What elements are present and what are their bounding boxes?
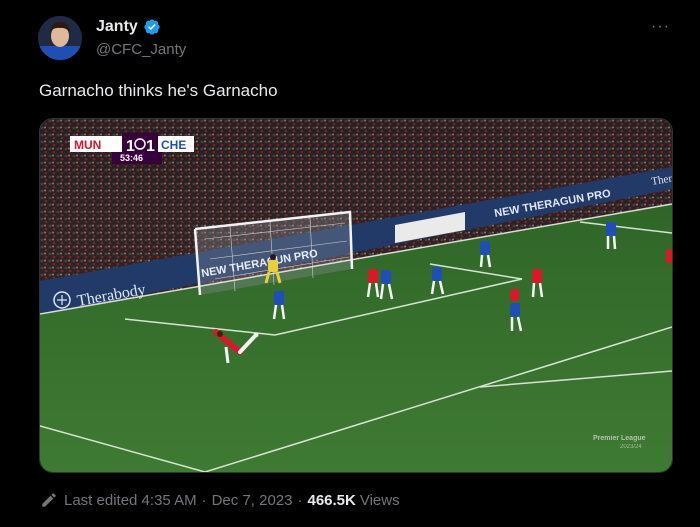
football-match-image: Therabody NEW THERAGUN PRO Ther NEW THER…: [40, 119, 672, 472]
watermark-line1: Premier League: [593, 435, 646, 442]
verified-badge-icon: [144, 19, 160, 35]
tweet: Janty @CFC_Janty ··· Garnacho thinks he'…: [0, 0, 700, 527]
scorebug-away-score: 1: [146, 138, 155, 155]
pencil-icon: [42, 493, 56, 507]
separator-dot: ·: [297, 491, 303, 509]
tweet-text: Garnacho thinks he's Garnacho: [39, 81, 278, 100]
scorebug-home: MUN: [74, 138, 101, 152]
tweet-footer: Last edited 4:35 AM · Dec 7, 2023 · 466.…: [40, 491, 400, 509]
last-edited-link[interactable]: Last edited 4:35 AM: [64, 492, 197, 509]
more-options-button[interactable]: ···: [651, 18, 670, 36]
views-count[interactable]: 466.5K: [307, 492, 355, 509]
author-name[interactable]: Janty: [96, 18, 138, 36]
tweet-date[interactable]: Dec 7, 2023: [212, 492, 293, 509]
separator-dot: ·: [201, 491, 207, 509]
watermark-line2: 2023/24: [620, 444, 642, 450]
avatar-image: [38, 16, 82, 60]
scorebug-away: CHE: [161, 138, 186, 152]
author-handle[interactable]: @CFC_Janty: [96, 41, 186, 58]
scorebug-clock: 53:46: [120, 153, 143, 163]
tweet-media[interactable]: Therabody NEW THERAGUN PRO Ther NEW THER…: [39, 118, 673, 473]
author-row: Janty: [96, 18, 161, 36]
views-label: Views: [359, 491, 400, 509]
avatar[interactable]: [38, 16, 82, 60]
